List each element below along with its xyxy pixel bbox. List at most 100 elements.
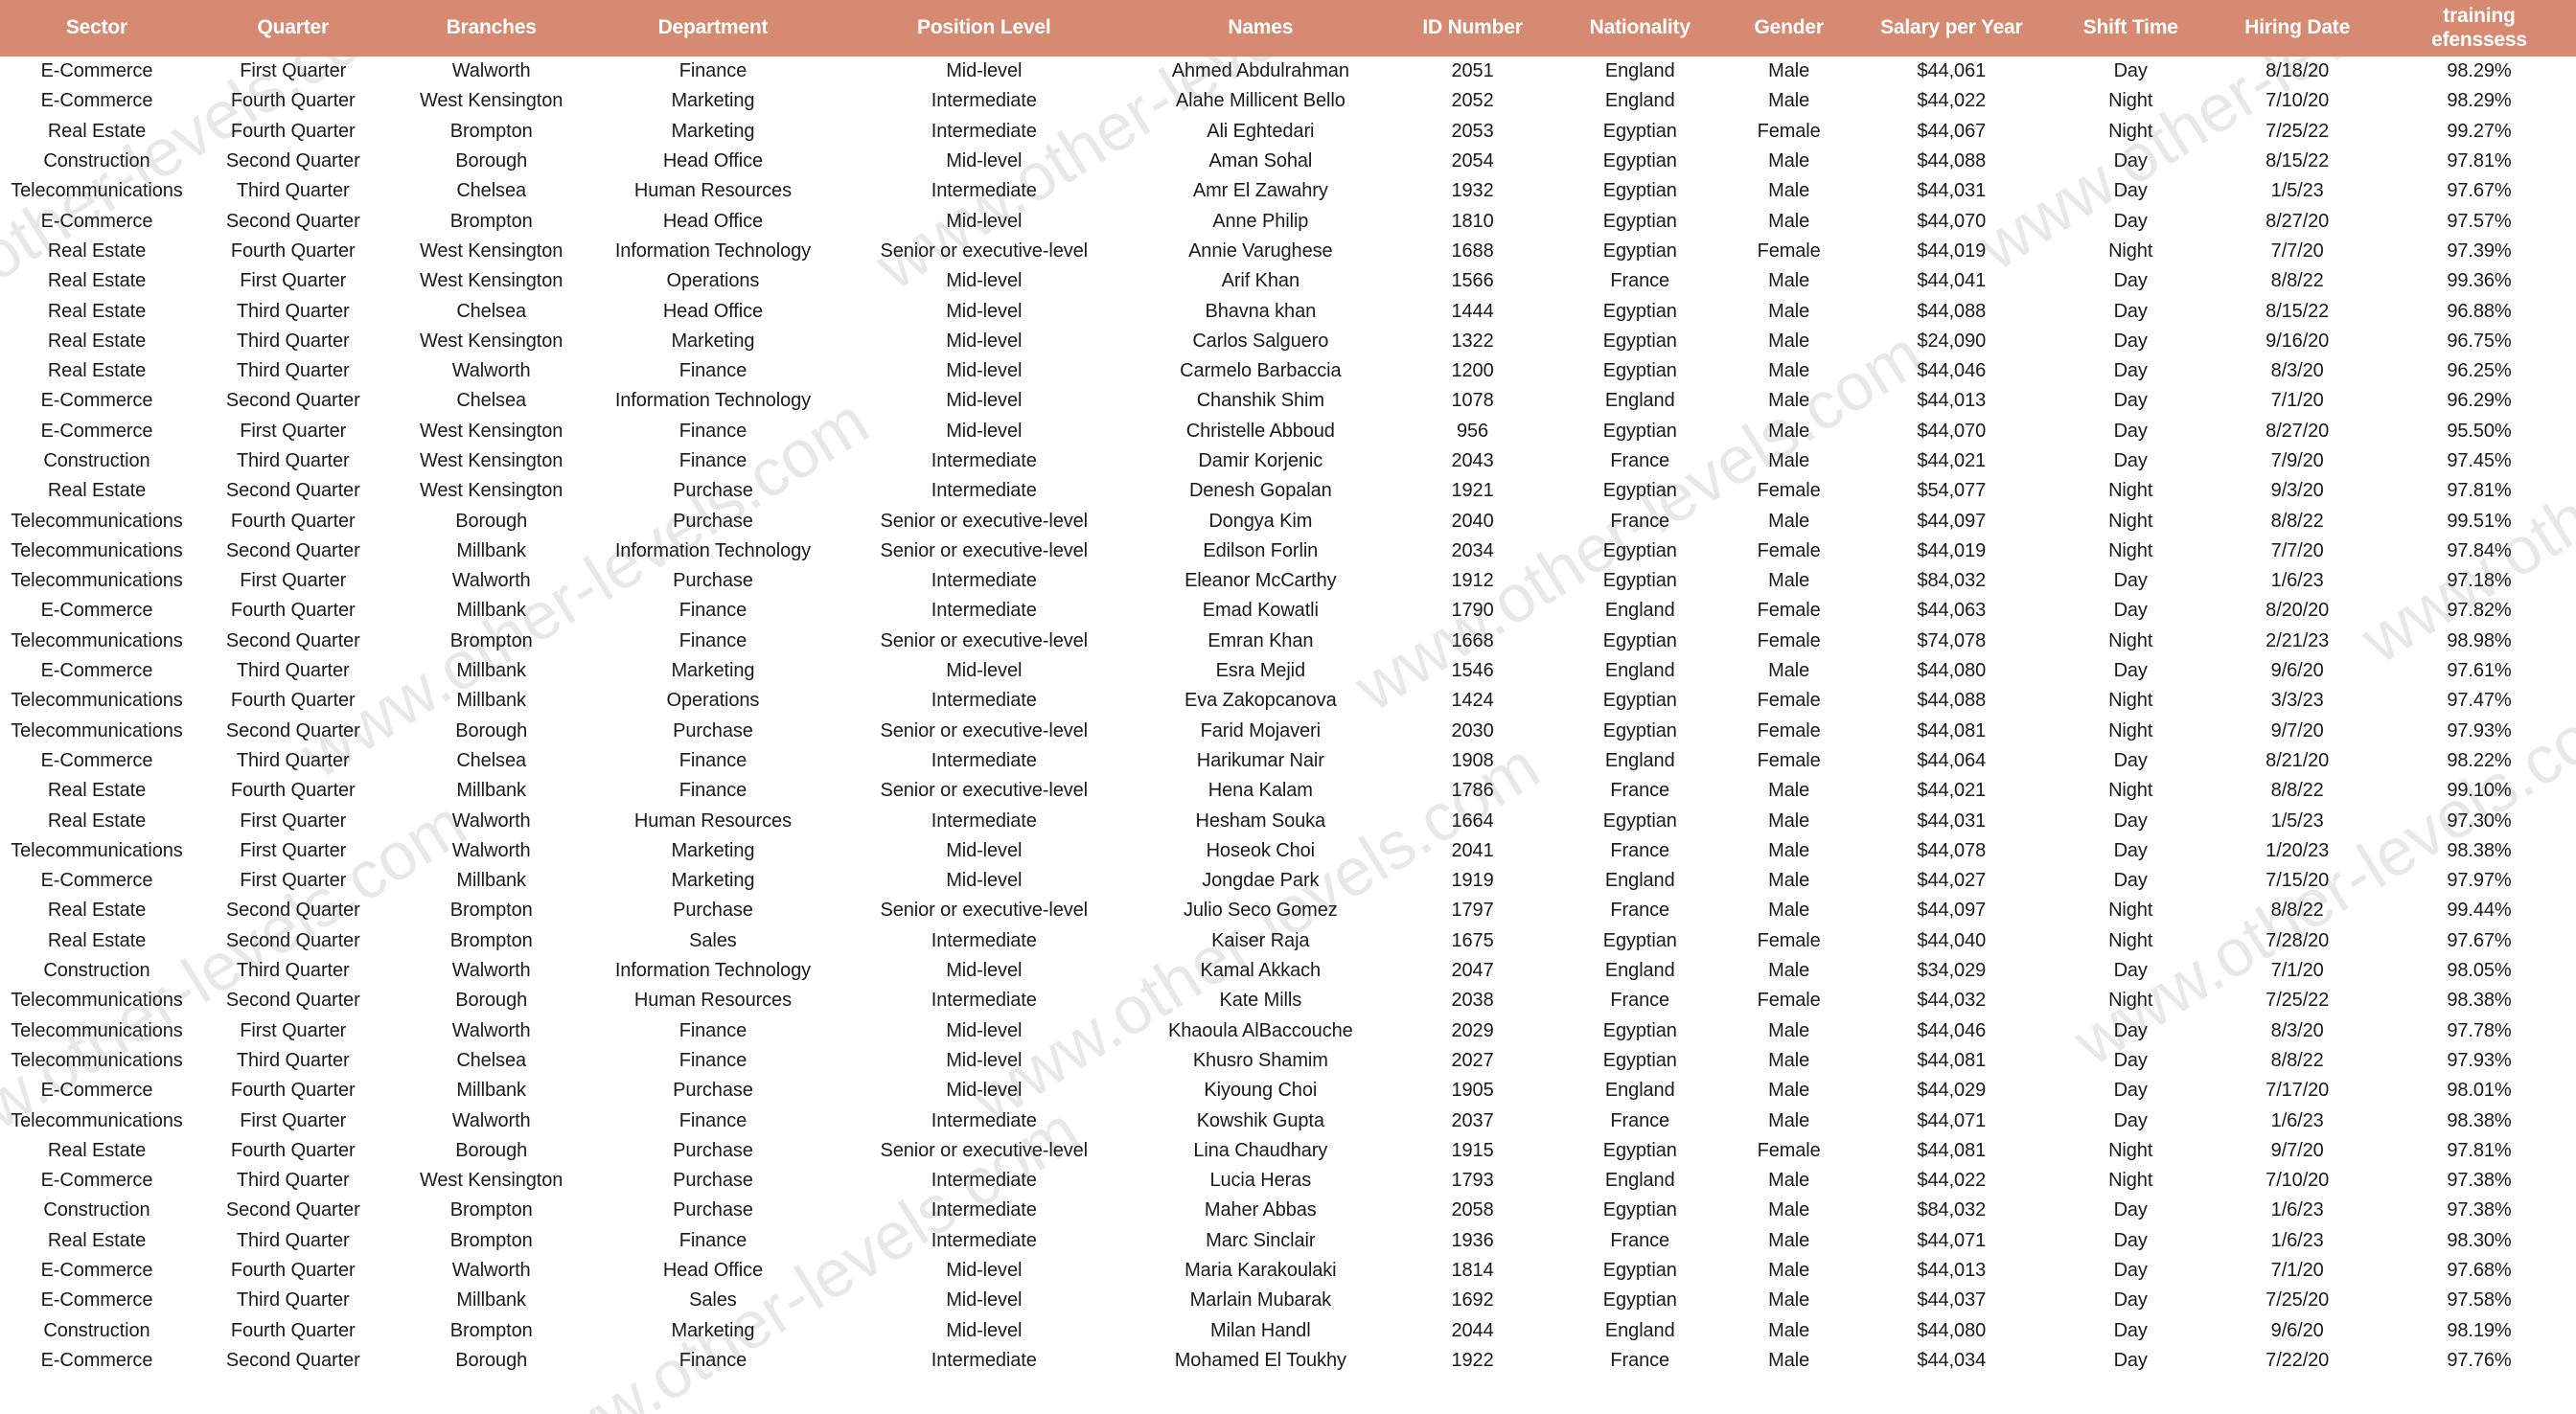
cell-shift-time[interactable]: Night — [2049, 476, 2212, 506]
cell-quarter[interactable]: Second Quarter — [194, 386, 393, 416]
column-header-gender[interactable]: Gender — [1723, 0, 1854, 57]
cell-branches[interactable]: Millbank — [393, 536, 590, 566]
cell-quarter[interactable]: First Quarter — [194, 57, 393, 86]
cell-nationality[interactable]: Egyptian — [1556, 536, 1724, 566]
cell-name[interactable]: Kaiser Raja — [1132, 926, 1389, 956]
cell-position-level[interactable]: Mid-level — [836, 266, 1132, 296]
cell-gender[interactable]: Male — [1724, 1315, 1854, 1345]
cell-department[interactable]: Information Technology — [590, 237, 836, 266]
cell-branches[interactable]: Walworth — [393, 956, 590, 986]
cell-department[interactable]: Head Office — [590, 296, 836, 326]
cell-position-level[interactable]: Mid-level — [836, 1256, 1132, 1286]
cell-salary-per-year[interactable]: $44,046 — [1854, 1016, 2049, 1046]
cell-sector[interactable]: Telecommunications — [0, 536, 194, 566]
cell-shift-time[interactable]: Night — [2049, 776, 2212, 806]
cell-sector[interactable]: E-Commerce — [0, 57, 194, 86]
cell-quarter[interactable]: Third Quarter — [194, 746, 393, 776]
cell-department[interactable]: Purchase — [590, 717, 836, 746]
cell-id-number[interactable]: 1322 — [1389, 327, 1556, 356]
cell-salary-per-year[interactable]: $74,078 — [1854, 627, 2049, 656]
cell-shift-time[interactable]: Day — [2049, 656, 2212, 686]
cell-department[interactable]: Sales — [590, 926, 836, 956]
cell-shift-time[interactable]: Night — [2049, 986, 2212, 1015]
cell-position-level[interactable]: Senior or executive-level — [836, 627, 1132, 656]
cell-training-efenssess[interactable]: 99.51% — [2382, 506, 2576, 536]
cell-quarter[interactable]: Fourth Quarter — [194, 1315, 393, 1345]
cell-hiring-date[interactable]: 7/22/20 — [2212, 1346, 2382, 1376]
cell-quarter[interactable]: Third Quarter — [194, 656, 393, 686]
cell-nationality[interactable]: France — [1556, 446, 1724, 476]
cell-id-number[interactable]: 956 — [1389, 417, 1556, 446]
cell-salary-per-year[interactable]: $24,090 — [1854, 327, 2049, 356]
cell-gender[interactable]: Female — [1724, 237, 1854, 266]
cell-branches[interactable]: Walworth — [393, 1016, 590, 1046]
cell-shift-time[interactable]: Night — [2049, 117, 2212, 147]
table-row[interactable]: E-Commerce Second Quarter Brompton Head Off… — [0, 206, 2576, 236]
table-row[interactable]: E-Commerce Fourth Quarter Walworth Head Off… — [0, 1256, 2576, 1286]
cell-sector[interactable]: Construction — [0, 446, 194, 476]
cell-quarter[interactable]: Third Quarter — [194, 327, 393, 356]
cell-position-level[interactable]: Intermediate — [836, 1106, 1132, 1135]
cell-hiring-date[interactable]: 9/3/20 — [2212, 476, 2382, 506]
cell-quarter[interactable]: Third Quarter — [194, 956, 393, 986]
cell-department[interactable]: Head Office — [590, 206, 836, 236]
cell-position-level[interactable]: Mid-level — [836, 417, 1132, 446]
cell-sector[interactable]: Telecommunications — [0, 686, 194, 716]
cell-id-number[interactable]: 2041 — [1389, 836, 1556, 866]
cell-gender[interactable]: Male — [1724, 417, 1854, 446]
cell-nationality[interactable]: France — [1556, 1346, 1724, 1376]
cell-branches[interactable]: Brompton — [393, 926, 590, 956]
cell-salary-per-year[interactable]: $44,088 — [1854, 147, 2049, 176]
cell-salary-per-year[interactable]: $44,088 — [1854, 686, 2049, 716]
cell-training-efenssess[interactable]: 98.38% — [2382, 986, 2576, 1015]
cell-department[interactable]: Purchase — [590, 1136, 836, 1166]
cell-shift-time[interactable]: Day — [2049, 1346, 2212, 1376]
table-row[interactable]: Telecommunications First Quarter Walworth F… — [0, 1106, 2576, 1135]
cell-shift-time[interactable]: Day — [2049, 1315, 2212, 1345]
column-header-id-number[interactable]: ID Number — [1389, 0, 1556, 57]
cell-department[interactable]: Purchase — [590, 1076, 836, 1106]
cell-gender[interactable]: Female — [1724, 986, 1854, 1015]
cell-position-level[interactable]: Mid-level — [836, 836, 1132, 866]
cell-gender[interactable]: Female — [1724, 536, 1854, 566]
cell-quarter[interactable]: First Quarter — [194, 806, 393, 835]
cell-sector[interactable]: E-Commerce — [0, 86, 194, 116]
cell-gender[interactable]: Male — [1724, 836, 1854, 866]
cell-id-number[interactable]: 2043 — [1389, 446, 1556, 476]
table-row[interactable]: Construction Second Quarter Brompton Purcha… — [0, 1196, 2576, 1225]
cell-nationality[interactable]: Egyptian — [1556, 237, 1724, 266]
cell-department[interactable]: Purchase — [590, 1166, 836, 1196]
cell-name[interactable]: Kamal Akkach — [1132, 956, 1389, 986]
cell-name[interactable]: Chanshik Shim — [1132, 386, 1389, 416]
table-row[interactable]: Real Estate First Quarter West Kensington O… — [0, 266, 2576, 296]
table-row[interactable]: E-Commerce Second Quarter Borough Finance In… — [0, 1346, 2576, 1376]
cell-department[interactable]: Finance — [590, 596, 836, 626]
cell-hiring-date[interactable]: 7/1/20 — [2212, 1256, 2382, 1286]
cell-training-efenssess[interactable]: 97.38% — [2382, 1196, 2576, 1225]
cell-shift-time[interactable]: Night — [2049, 926, 2212, 956]
cell-id-number[interactable]: 2053 — [1389, 117, 1556, 147]
cell-department[interactable]: Purchase — [590, 566, 836, 596]
cell-shift-time[interactable]: Day — [2049, 356, 2212, 386]
cell-salary-per-year[interactable]: $44,041 — [1854, 266, 2049, 296]
cell-department[interactable]: Information Technology — [590, 536, 836, 566]
cell-gender[interactable]: Male — [1724, 1226, 1854, 1256]
cell-quarter[interactable]: Fourth Quarter — [194, 86, 393, 116]
cell-nationality[interactable]: Egyptian — [1556, 926, 1724, 956]
cell-name[interactable]: Ahmed Abdulrahman — [1132, 57, 1389, 86]
cell-quarter[interactable]: Fourth Quarter — [194, 117, 393, 147]
cell-hiring-date[interactable]: 7/10/20 — [2212, 1166, 2382, 1196]
cell-department[interactable]: Human Resources — [590, 986, 836, 1015]
cell-department[interactable]: Marketing — [590, 327, 836, 356]
cell-id-number[interactable]: 2044 — [1389, 1315, 1556, 1345]
cell-nationality[interactable]: England — [1556, 1076, 1724, 1106]
cell-position-level[interactable]: Mid-level — [836, 356, 1132, 386]
cell-hiring-date[interactable]: 7/17/20 — [2212, 1076, 2382, 1106]
cell-name[interactable]: Kowshik Gupta — [1132, 1106, 1389, 1135]
cell-shift-time[interactable]: Day — [2049, 1046, 2212, 1076]
cell-department[interactable]: Marketing — [590, 86, 836, 116]
cell-name[interactable]: Mohamed El Toukhy — [1132, 1346, 1389, 1376]
cell-position-level[interactable]: Intermediate — [836, 1166, 1132, 1196]
table-row[interactable]: Construction Third Quarter Walworth Informa… — [0, 956, 2576, 986]
cell-id-number[interactable]: 1915 — [1389, 1136, 1556, 1166]
